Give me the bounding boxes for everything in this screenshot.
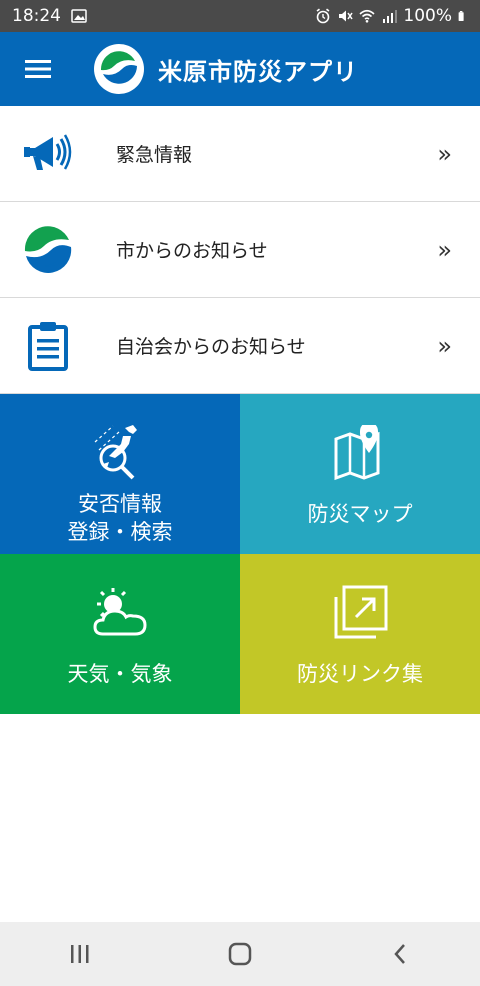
recent-apps-button[interactable] <box>40 922 120 986</box>
external-link-icon <box>334 585 388 639</box>
menu-item-label: 市からのお知らせ <box>116 240 268 262</box>
home-icon <box>228 942 252 966</box>
chevron-right-icon: » <box>437 235 452 264</box>
tile-label-line2: 登録・検索 <box>67 520 173 544</box>
mute-icon <box>339 10 354 22</box>
tile-label: 防災リンク集 <box>297 662 423 686</box>
menu-item-neighborhood-news[interactable]: 自治会からのお知らせ » <box>0 298 480 394</box>
status-time: 18:24 <box>12 6 61 26</box>
back-icon <box>394 944 405 964</box>
system-nav-bar <box>0 922 480 986</box>
map-pin-icon <box>334 425 380 481</box>
app-bar: 米原市防災アプリ <box>0 32 480 106</box>
tile-label: 安否情報 登録・検索 <box>68 490 173 546</box>
home-button[interactable] <box>200 922 280 986</box>
menu-list: 緊急情報 » 市からのお知らせ » 自治会からのお知らせ » <box>0 106 480 394</box>
wifi-icon <box>359 9 375 23</box>
battery-icon <box>458 11 464 21</box>
image-notification-icon <box>71 9 87 23</box>
city-logo-icon <box>24 225 72 273</box>
hamburger-menu-button[interactable] <box>0 32 76 106</box>
menu-item-label: 自治会からのお知らせ <box>116 336 306 358</box>
hamburger-menu-icon <box>25 60 51 78</box>
clipboard-icon <box>28 321 68 371</box>
menu-item-city-news[interactable]: 市からのお知らせ » <box>0 202 480 298</box>
japan-map-search-icon <box>94 425 137 480</box>
tile-label-line1: 安否情報 <box>78 492 162 516</box>
recent-apps-icon <box>71 945 89 963</box>
tile-weather[interactable]: 天気・気象 <box>0 554 240 714</box>
menu-item-emergency[interactable]: 緊急情報 » <box>0 106 480 202</box>
chevron-right-icon: » <box>437 139 452 168</box>
app-title: 米原市防災アプリ <box>158 57 358 86</box>
signal-icon <box>383 10 398 23</box>
alarm-icon <box>316 8 330 24</box>
chevron-right-icon: » <box>437 331 452 360</box>
status-bar: 18:24 100% <box>0 0 480 32</box>
menu-item-label: 緊急情報 <box>116 144 193 166</box>
back-button[interactable] <box>360 922 440 986</box>
sun-cloud-icon <box>93 588 147 636</box>
tile-label: 防災マップ <box>307 502 413 526</box>
tile-disaster-links[interactable]: 防災リンク集 <box>240 554 480 714</box>
tile-safety-info[interactable]: 安否情報 登録・検索 <box>0 394 240 554</box>
megaphone-icon <box>24 133 72 170</box>
app-logo-icon <box>94 44 144 94</box>
tile-grid: 安否情報 登録・検索 防災マップ 天気・気象 防災リンク集 <box>0 394 480 714</box>
tile-disaster-map[interactable]: 防災マップ <box>240 394 480 554</box>
tile-label: 天気・気象 <box>67 662 173 686</box>
battery-percent: 100% <box>403 6 452 26</box>
